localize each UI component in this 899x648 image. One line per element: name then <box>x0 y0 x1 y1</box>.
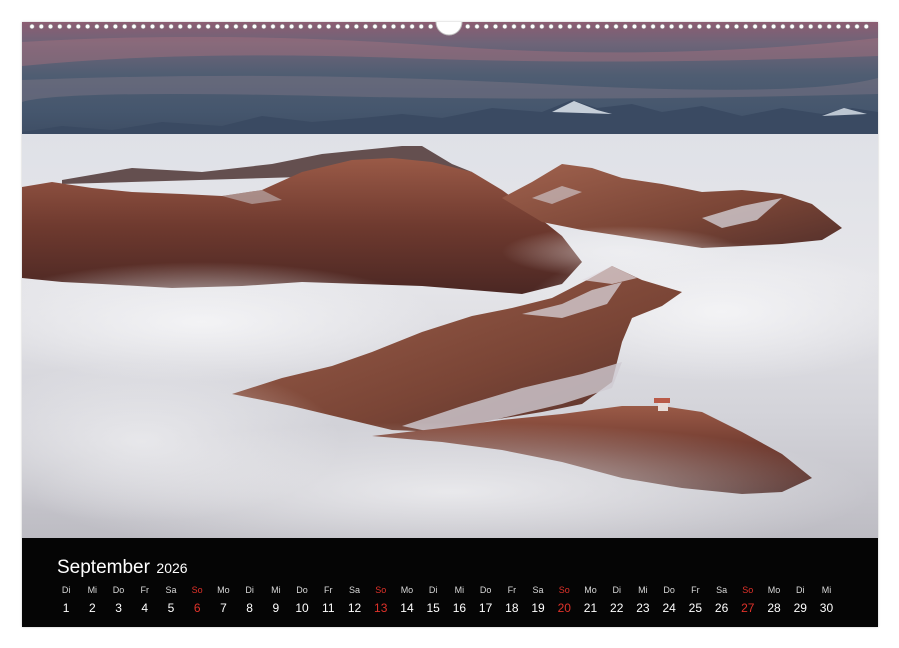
day-number: 21 <box>583 601 598 615</box>
day-number: 19 <box>531 601 545 615</box>
day-number: 20 <box>557 601 571 615</box>
day-number: 8 <box>246 601 253 615</box>
weekday-label: Fr <box>140 585 150 595</box>
mountain-photo <box>22 22 878 538</box>
day-number: 13 <box>374 601 388 615</box>
weekday-label: Do <box>479 585 492 595</box>
calendar-day: So 20 <box>551 584 577 615</box>
weekday-label: So <box>742 585 754 595</box>
day-number: 6 <box>193 601 201 615</box>
calendar-day: Di 29 <box>787 584 813 615</box>
calendar-day: Mo 7 <box>210 584 236 615</box>
calendar-day: Di 8 <box>237 584 263 615</box>
calendar-day: Do 24 <box>656 584 682 615</box>
weekday-label: Sa <box>165 585 177 595</box>
day-number: 11 <box>322 601 335 615</box>
calendar-strip: September 2026 Di 1 Mi 2 Do 3 Fr 4 Sa 5 So 6 Mo 7 Di 8 M… <box>22 538 878 627</box>
calendar-day: Fr 11 <box>315 584 341 615</box>
weekday-label: So <box>191 585 203 595</box>
calendar-day: Sa 12 <box>341 584 367 615</box>
day-number: 27 <box>741 601 755 615</box>
calendar-day: Do 3 <box>105 584 131 615</box>
calendar-day: Mo 14 <box>394 584 420 615</box>
weekday-label: Sa <box>716 585 728 595</box>
day-number: 29 <box>793 601 807 615</box>
calendar-day: So 6 <box>184 584 210 615</box>
calendar-day: Mo 28 <box>761 584 787 615</box>
weekday-label: Di <box>428 585 438 595</box>
calendar-day: Sa 19 <box>525 584 551 615</box>
calendar-day: Sa 5 <box>158 584 184 615</box>
calendar-title: September 2026 <box>57 557 188 579</box>
calendar-page: September 2026 Di 1 Mi 2 Do 3 Fr 4 Sa 5 So 6 Mo 7 Di 8 M… <box>22 22 878 627</box>
day-number: 5 <box>167 601 175 615</box>
weekday-label: Di <box>61 585 71 595</box>
calendar-day: Mo 21 <box>577 584 603 615</box>
day-number: 12 <box>347 601 362 615</box>
day-number: 7 <box>220 601 227 615</box>
weekday-label: Mo <box>584 585 597 595</box>
day-number: 9 <box>272 601 280 615</box>
calendar-day: Do 10 <box>289 584 315 615</box>
day-number: 1 <box>62 601 70 615</box>
day-number: 28 <box>767 601 781 615</box>
weekday-label: Mi <box>638 585 648 595</box>
weekday-label: Do <box>112 585 125 595</box>
weekday-label: Fr <box>691 585 700 595</box>
weekday-label: So <box>375 585 387 595</box>
calendar-days-row: Di 1 Mi 2 Do 3 Fr 4 Sa 5 So 6 Mo 7 Di 8 Mi 9 Do 10 Fr 11 Sa 12 S… <box>53 584 863 624</box>
month-name: September <box>57 557 150 578</box>
year: 2026 <box>156 560 188 576</box>
weekday-label: So <box>558 585 570 595</box>
day-number: 2 <box>88 601 96 615</box>
weekday-label: Fr <box>507 585 517 595</box>
day-number: 23 <box>636 601 650 615</box>
weekday-label: Mo <box>400 585 414 595</box>
day-number: 15 <box>426 601 440 615</box>
weekday-label: Sa <box>532 585 544 595</box>
calendar-day: Di 15 <box>420 584 446 615</box>
weekday-label: Fr <box>324 585 333 595</box>
weekday-label: Di <box>245 585 254 595</box>
calendar-day: Fr 25 <box>682 584 708 615</box>
calendar-day: Di 1 <box>53 584 79 615</box>
calendar-day: Fr 18 <box>499 584 525 615</box>
weekday-label: Mi <box>87 585 98 595</box>
calendar-day: So 13 <box>368 584 394 615</box>
weekday-label: Mi <box>271 585 281 595</box>
weekday-label: Do <box>663 585 675 595</box>
day-number: 14 <box>400 601 414 615</box>
weekday-label: Mo <box>767 585 781 595</box>
weekday-label: Sa <box>348 585 360 595</box>
day-number: 4 <box>141 601 149 615</box>
calendar-day: Mi 2 <box>79 584 105 615</box>
day-number: 22 <box>610 601 624 615</box>
weekday-label: Mi <box>821 585 832 595</box>
calendar-day: Mi 9 <box>263 584 289 615</box>
day-number: 18 <box>505 601 519 615</box>
weekday-label: Di <box>796 585 805 595</box>
calendar-day: So 27 <box>735 584 761 615</box>
day-number: 3 <box>115 601 122 615</box>
day-number: 25 <box>688 601 703 615</box>
weekday-label: Mi <box>454 585 465 595</box>
calendar-day: Mi 16 <box>446 584 472 615</box>
calendar-day: Fr 4 <box>132 584 158 615</box>
weekday-label: Do <box>296 585 308 595</box>
calendar-day: Sa 26 <box>709 584 735 615</box>
day-number: 24 <box>662 601 676 615</box>
day-number: 30 <box>819 601 834 615</box>
calendar-day: Di 22 <box>604 584 630 615</box>
weekday-label: Mo <box>217 585 230 595</box>
day-number: 26 <box>714 601 729 615</box>
calendar-day: Mi 30 <box>813 584 839 615</box>
calendar-day: Do 17 <box>473 584 499 615</box>
day-number: 10 <box>295 601 309 615</box>
day-number: 17 <box>478 601 493 615</box>
weekday-label: Di <box>612 585 621 595</box>
calendar-day: Mi 23 <box>630 584 656 615</box>
day-number: 16 <box>452 601 467 615</box>
